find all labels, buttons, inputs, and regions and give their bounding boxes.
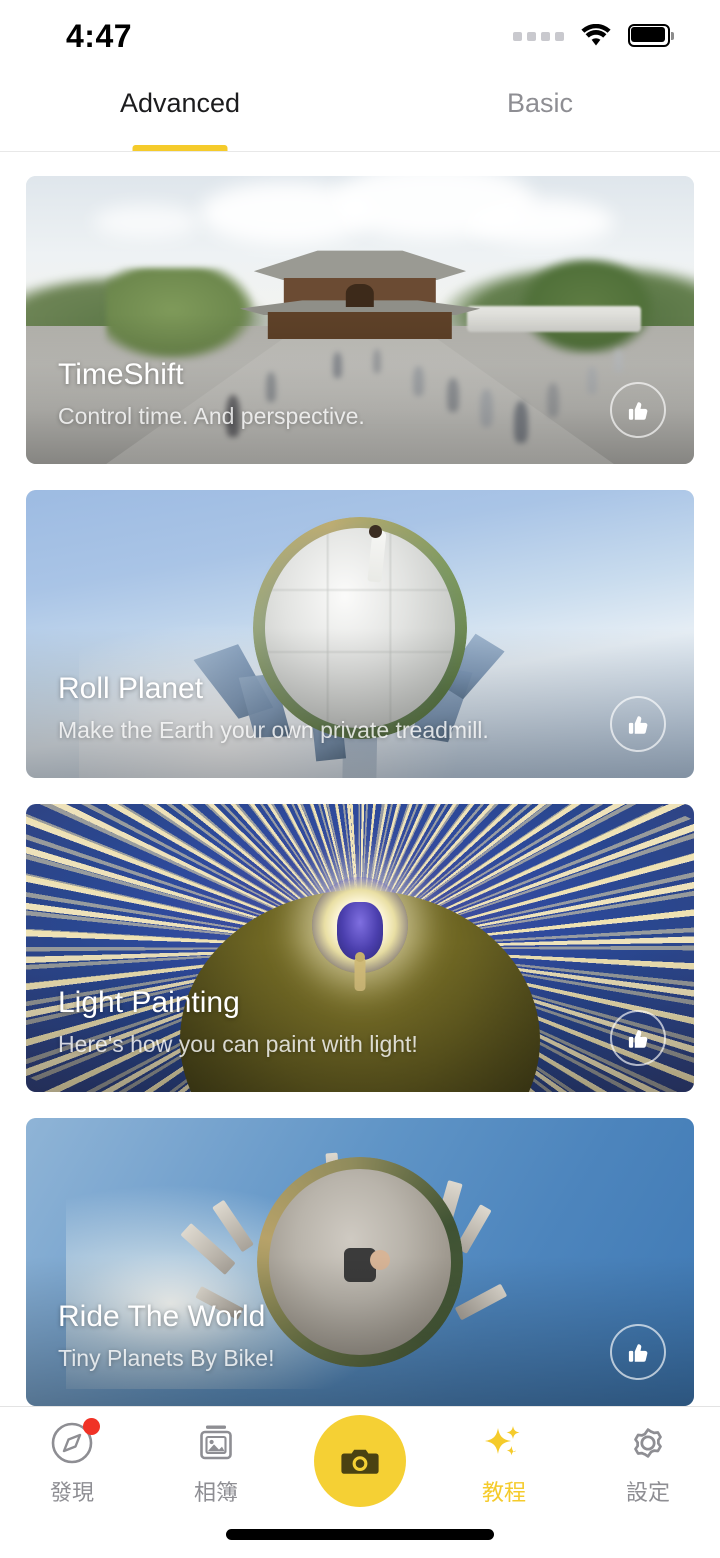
like-button[interactable]: [610, 1324, 666, 1380]
tab-basic[interactable]: Basic: [360, 72, 720, 151]
app-screen: 4:47 Advanced Basic TimeShift Control ti…: [0, 0, 720, 1558]
nav-item-discover[interactable]: 發現: [0, 1418, 144, 1507]
card-text-block: Light Painting Here's how you can paint …: [58, 984, 418, 1059]
photo-album-icon: [193, 1419, 239, 1467]
camera-icon: [341, 1449, 379, 1474]
thumbs-up-icon: [628, 1030, 648, 1048]
card-subtitle: Control time. And perspective.: [58, 403, 365, 429]
camera-button[interactable]: [314, 1415, 406, 1507]
card-text-block: Ride The World Tiny Planets By Bike!: [58, 1298, 274, 1373]
gear-icon: [625, 1419, 671, 1467]
nav-item-tutorial[interactable]: 教程: [432, 1419, 576, 1507]
card-subtitle: Tiny Planets By Bike!: [58, 1345, 275, 1371]
like-button[interactable]: [610, 696, 666, 752]
card-title: TimeShift: [58, 357, 184, 391]
status-time: 4:47: [66, 17, 133, 54]
card-text-block: Roll Planet Make the Earth your own priv…: [58, 670, 489, 745]
tab-advanced-label: Advanced: [119, 88, 241, 118]
tutorial-card-list: TimeShift Control time. And perspective.: [0, 152, 720, 1406]
home-indicator: [226, 1529, 494, 1540]
compass-icon: [49, 1418, 100, 1467]
card-roll-planet[interactable]: Roll Planet Make the Earth your own priv…: [26, 490, 694, 778]
nav-label-album: 相簿: [193, 1480, 238, 1505]
card-title: Roll Planet: [58, 671, 204, 705]
nav-item-settings[interactable]: 設定: [576, 1419, 720, 1507]
nav-label-tutorial: 教程: [481, 1480, 526, 1505]
sparkles-icon: [481, 1419, 527, 1467]
nav-label-discover: 發現: [49, 1480, 94, 1505]
status-indicators: [513, 24, 674, 48]
card-text-block: TimeShift Control time. And perspective.: [58, 356, 365, 431]
card-subtitle: Make the Earth your own private treadmil…: [58, 717, 489, 743]
thumbs-up-icon: [628, 1344, 648, 1362]
status-bar: 4:47: [0, 0, 720, 72]
tab-bar: Advanced Basic: [0, 72, 720, 152]
notification-badge: [83, 1418, 100, 1435]
card-title: Ride The World: [58, 1299, 266, 1333]
card-ride-the-world[interactable]: Ride The World Tiny Planets By Bike!: [26, 1118, 694, 1406]
card-title: Light Painting: [58, 985, 240, 1019]
thumbs-up-icon: [628, 716, 648, 734]
nav-label-settings: 設定: [625, 1480, 670, 1505]
battery-full-icon: [628, 24, 674, 48]
thumbs-up-icon: [628, 402, 648, 420]
tab-advanced[interactable]: Advanced: [0, 72, 360, 151]
like-button[interactable]: [610, 382, 666, 438]
card-timeshift[interactable]: TimeShift Control time. And perspective.: [26, 176, 694, 464]
wifi-icon: [580, 24, 612, 48]
card-subtitle: Here's how you can paint with light!: [58, 1031, 418, 1057]
nav-item-album[interactable]: 相簿: [144, 1419, 288, 1507]
tab-basic-label: Basic: [506, 88, 574, 118]
signal-dots-icon: [513, 31, 564, 41]
card-light-painting[interactable]: Light Painting Here's how you can paint …: [26, 804, 694, 1092]
bottom-nav-bar: 發現 相簿 教程 設定: [0, 1406, 720, 1558]
like-button[interactable]: [610, 1010, 666, 1066]
